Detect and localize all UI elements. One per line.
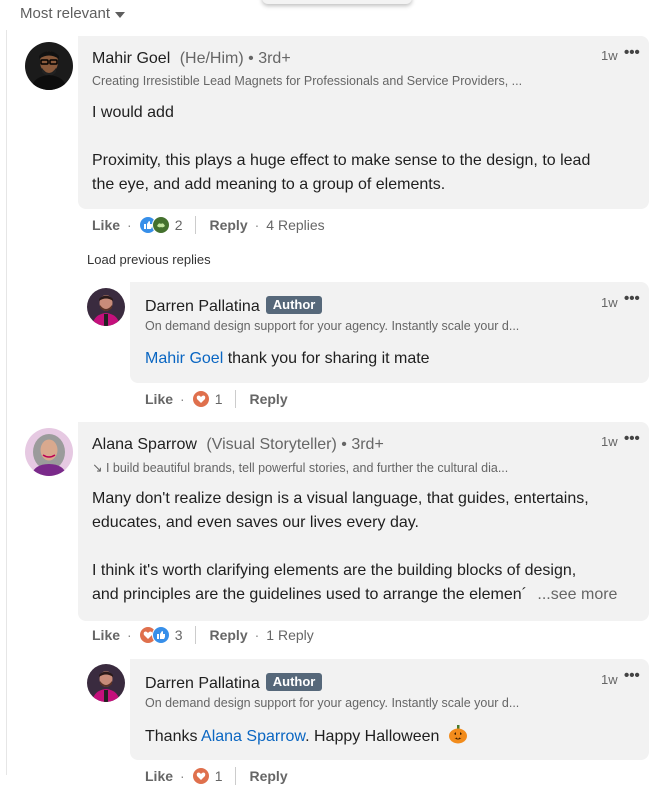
thread-rule — [6, 30, 7, 775]
avatar-alana[interactable] — [25, 428, 73, 476]
commenter-name[interactable]: Mahir Goel (He/Him) • 3rd+ — [92, 50, 291, 68]
pumpkin-emoji-icon — [448, 724, 468, 752]
replies-count-link[interactable]: 4 Replies — [266, 217, 324, 233]
reactions-summary[interactable] — [191, 767, 210, 785]
more-options-icon[interactable]: ••• — [624, 44, 640, 61]
reply-text: Mahir Goel thank you for sharing it mate — [145, 350, 430, 367]
reply-text: Thanks Alana Sparrow. Happy Halloween — [145, 724, 468, 752]
reaction-count[interactable]: 1 — [215, 768, 223, 784]
reactions-summary[interactable] — [138, 216, 170, 234]
avatar-mahir[interactable] — [25, 42, 73, 90]
comment-time: 1w — [601, 672, 618, 687]
love-reaction-icon — [191, 767, 210, 785]
reaction-count[interactable]: 3 — [175, 627, 183, 643]
commenter-pronouns: (Visual Storyteller) — [206, 436, 337, 453]
author-badge: Author — [265, 296, 323, 314]
sort-dropdown[interactable]: Most relevant — [20, 5, 126, 22]
mention-link[interactable]: Mahir Goel — [145, 350, 223, 367]
commenter-name[interactable]: Alana Sparrow (Visual Storyteller) • 3rd… — [92, 436, 384, 454]
comment-text-line: I think it's worth clarifying elements a… — [92, 562, 577, 579]
comment-text-line: educates, and even saves our lives every… — [92, 514, 419, 531]
comment-text-line: I would add — [92, 104, 174, 121]
more-options-icon[interactable]: ••• — [624, 430, 640, 447]
comment-text-line: Proximity, this plays a huge effect to m… — [92, 152, 591, 169]
like-button[interactable]: Like — [145, 391, 173, 407]
avatar-darren[interactable] — [87, 664, 125, 702]
reply-actions: Like · 1 Reply — [145, 390, 288, 408]
reaction-count[interactable]: 2 — [175, 217, 183, 233]
reply-button[interactable]: Reply — [249, 768, 287, 784]
reply-actions: Like · 1 Reply — [145, 767, 288, 785]
commenter-name[interactable]: Darren Pallatina Author — [145, 673, 323, 693]
sort-label: Most relevant — [20, 5, 111, 22]
like-reaction-icon — [151, 626, 170, 644]
comment-actions: Like · 3 Reply · 1 Reply — [92, 626, 314, 644]
commenter-headline: ↘ I build beautiful brands, tell powerfu… — [92, 461, 509, 475]
comment-time: 1w — [601, 434, 618, 449]
caret-down-icon — [115, 11, 126, 18]
comment-time: 1w — [601, 48, 618, 63]
comment-text-line: and principles are the guidelines used t… — [92, 586, 618, 603]
love-reaction-icon — [191, 390, 210, 408]
connection-degree: • 3rd+ — [341, 436, 384, 453]
load-previous-replies[interactable]: Load previous replies — [87, 252, 211, 267]
comment-time: 1w — [601, 295, 618, 310]
reactions-summary[interactable] — [138, 626, 170, 644]
commenter-name[interactable]: Darren Pallatina Author — [145, 296, 323, 316]
see-more-link[interactable]: ...see more — [537, 586, 617, 603]
reply-button[interactable]: Reply — [209, 217, 247, 233]
like-button[interactable]: Like — [92, 217, 120, 233]
author-badge: Author — [265, 673, 323, 691]
comment-text-line: the eye, and add meaning to a group of e… — [92, 176, 446, 193]
comment-text-line: Many don't realize design is a visual la… — [92, 490, 589, 507]
connection-degree: • 3rd+ — [248, 50, 291, 67]
reply-button[interactable]: Reply — [249, 391, 287, 407]
commenter-headline: On demand design support for your agency… — [145, 319, 520, 333]
reactions-summary[interactable] — [191, 390, 210, 408]
like-button[interactable]: Like — [92, 627, 120, 643]
floating-bar — [262, 0, 412, 4]
like-button[interactable]: Like — [145, 768, 173, 784]
commenter-headline: On demand design support for your agency… — [145, 696, 520, 710]
replies-count-link[interactable]: 1 Reply — [266, 627, 313, 643]
commenter-headline: Creating Irresistible Lead Magnets for P… — [92, 74, 523, 88]
reaction-count[interactable]: 1 — [215, 391, 223, 407]
more-options-icon[interactable]: ••• — [624, 290, 640, 307]
commenter-pronouns: (He/Him) — [179, 50, 244, 67]
avatar-darren[interactable] — [87, 288, 125, 326]
support-reaction-icon — [151, 216, 170, 234]
more-options-icon[interactable]: ••• — [624, 667, 640, 684]
comment-actions: Like · 2 Reply · 4 Replies — [92, 216, 325, 234]
reply-button[interactable]: Reply — [209, 627, 247, 643]
mention-link[interactable]: Alana Sparrow — [201, 728, 305, 745]
